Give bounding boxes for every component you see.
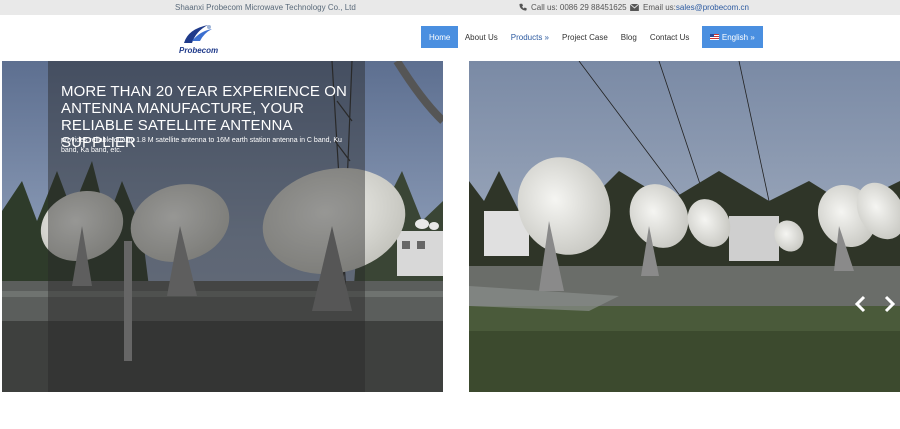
phone-icon — [519, 3, 527, 11]
main-nav: Home About Us Products » Project Case Bl… — [421, 26, 763, 48]
envelope-icon — [629, 3, 640, 11]
language-selector[interactable]: English » — [701, 26, 763, 48]
nav-blog[interactable]: Blog — [614, 26, 643, 48]
top-bar: Shaanxi Probecom Microwave Technology Co… — [0, 0, 900, 15]
email-us: Email us:sales@probecom.cn — [629, 3, 749, 12]
logo[interactable]: Probecom — [178, 21, 230, 57]
hero-slide-left: MORE THAN 20 YEAR EXPERIENCE ON ANTENNA … — [2, 61, 443, 392]
logo-text: Probecom — [179, 46, 219, 55]
chevron-left-icon[interactable] — [853, 295, 867, 313]
call-us: Call us: 0086 29 88451625 — [519, 3, 627, 12]
hero-slide-right — [469, 61, 900, 392]
logo-swoosh-icon — [184, 25, 212, 43]
chevron-right-icon[interactable] — [883, 295, 897, 313]
nav-about-us[interactable]: About Us — [458, 26, 504, 48]
company-name: Shaanxi Probecom Microwave Technology Co… — [175, 3, 356, 12]
antenna-photo-right — [469, 61, 900, 392]
email-link[interactable]: sales@probecom.cn — [676, 3, 749, 12]
nav-contact-us[interactable]: Contact Us — [643, 26, 696, 48]
email-prefix: Email us: — [643, 3, 676, 12]
call-us-text: Call us: 0086 29 88451625 — [531, 3, 627, 12]
nav-home[interactable]: Home — [421, 26, 459, 48]
site-header: Probecom Home About Us Products » Projec… — [0, 15, 900, 61]
hero-subtext: provides reliable quality 1.8 M satellit… — [61, 137, 342, 154]
language-label: English » — [721, 32, 755, 42]
nav-project-case[interactable]: Project Case — [556, 26, 615, 48]
nav-products[interactable]: Products » — [504, 26, 555, 48]
us-flag-icon — [709, 34, 719, 40]
